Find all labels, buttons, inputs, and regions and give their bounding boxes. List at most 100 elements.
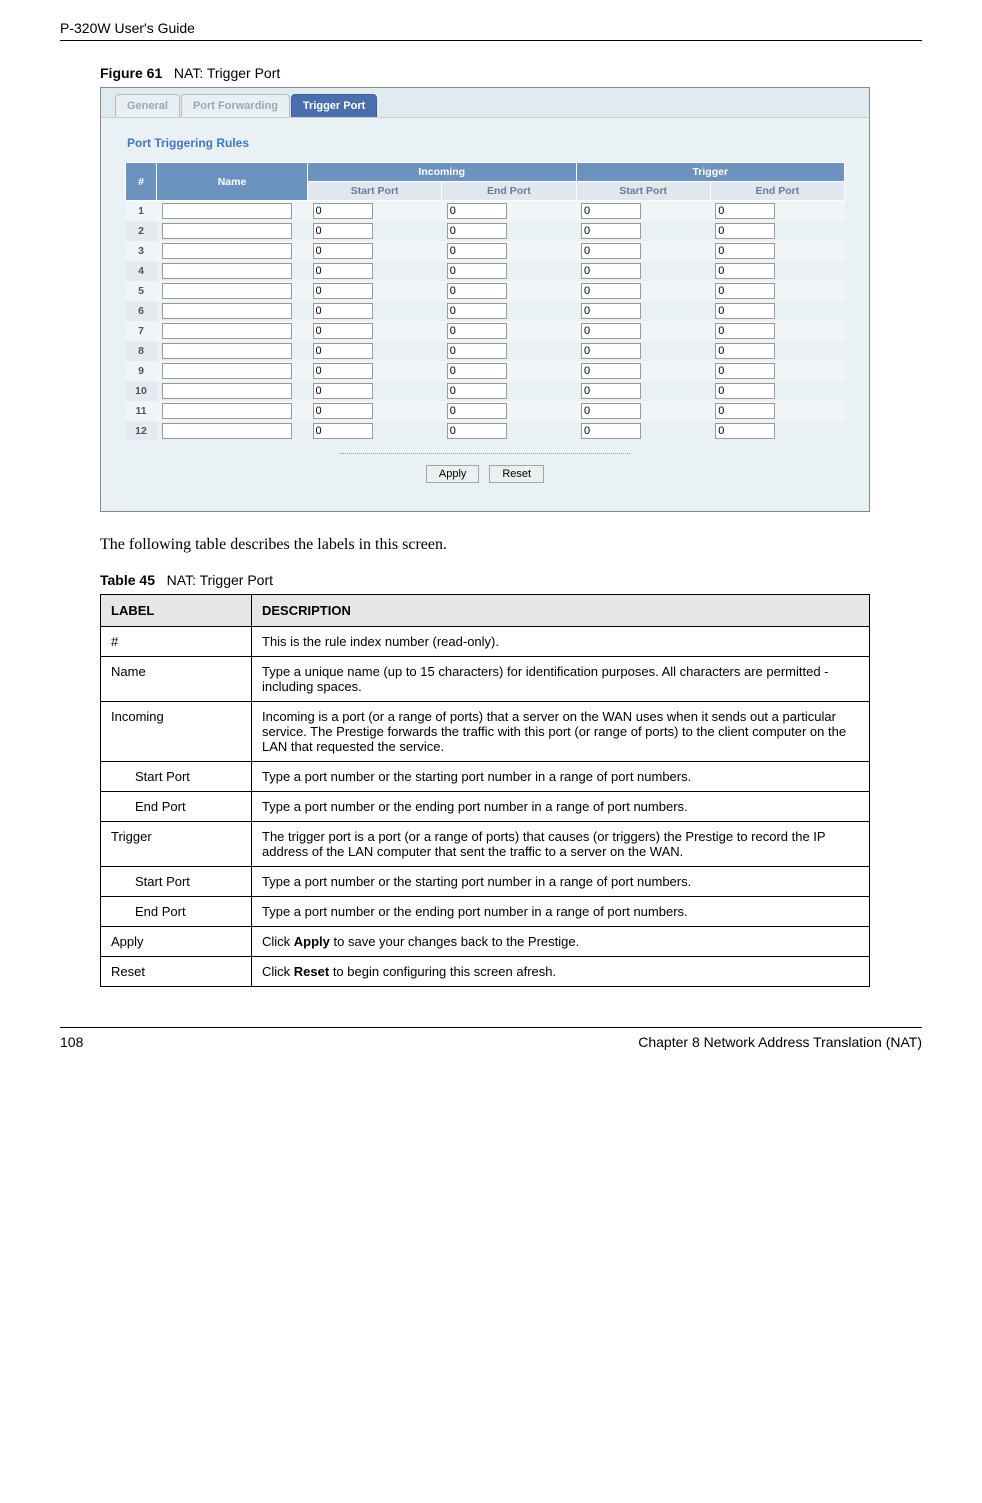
trigger-start-input[interactable]	[581, 303, 641, 319]
trigger-start-input[interactable]	[581, 203, 641, 219]
row-number: 5	[126, 281, 157, 301]
incoming-end-input[interactable]	[447, 363, 507, 379]
tab-trigger-port[interactable]: Trigger Port	[291, 94, 377, 117]
tab-port-forwarding[interactable]: Port Forwarding	[181, 94, 290, 117]
incoming-start-input[interactable]	[313, 203, 373, 219]
cell-label: Apply	[101, 927, 252, 957]
name-input[interactable]	[162, 263, 292, 279]
table-row: End PortType a port number or the ending…	[101, 897, 870, 927]
cell-description: Type a port number or the starting port …	[252, 762, 870, 792]
incoming-start-input[interactable]	[313, 323, 373, 339]
trigger-start-input[interactable]	[581, 243, 641, 259]
incoming-start-input[interactable]	[313, 263, 373, 279]
incoming-end-input[interactable]	[447, 383, 507, 399]
row-number: 3	[126, 241, 157, 261]
incoming-end-input[interactable]	[447, 283, 507, 299]
rules-table: # Name Incoming Trigger Start Port End P…	[125, 162, 845, 441]
table-row: TriggerThe trigger port is a port (or a …	[101, 822, 870, 867]
th-desc-description: DESCRIPTION	[252, 595, 870, 627]
cell-label: Reset	[101, 957, 252, 987]
trigger-end-input[interactable]	[715, 283, 775, 299]
th-incoming: Incoming	[308, 163, 577, 182]
table-title: NAT: Trigger Port	[167, 572, 273, 588]
cell-label: End Port	[101, 897, 252, 927]
trigger-start-input[interactable]	[581, 383, 641, 399]
incoming-end-input[interactable]	[447, 223, 507, 239]
name-input[interactable]	[162, 363, 292, 379]
trigger-end-input[interactable]	[715, 343, 775, 359]
nat-trigger-port-screenshot: General Port Forwarding Trigger Port Por…	[100, 87, 870, 512]
row-number: 10	[126, 381, 157, 401]
incoming-start-input[interactable]	[313, 423, 373, 439]
header-rule	[60, 40, 922, 41]
chapter-title: Chapter 8 Network Address Translation (N…	[638, 1034, 922, 1050]
incoming-end-input[interactable]	[447, 203, 507, 219]
incoming-end-input[interactable]	[447, 343, 507, 359]
name-input[interactable]	[162, 243, 292, 259]
th-trigger-start: Start Port	[576, 182, 710, 201]
th-trigger: Trigger	[576, 163, 845, 182]
row-number: 11	[126, 401, 157, 421]
reset-button[interactable]: Reset	[489, 465, 544, 483]
trigger-end-input[interactable]	[715, 203, 775, 219]
trigger-end-input[interactable]	[715, 363, 775, 379]
incoming-end-input[interactable]	[447, 263, 507, 279]
trigger-end-input[interactable]	[715, 323, 775, 339]
footer-rule	[60, 1027, 922, 1028]
table-row: 8	[126, 341, 845, 361]
incoming-start-input[interactable]	[313, 303, 373, 319]
tab-general[interactable]: General	[115, 94, 180, 117]
figure-caption: Figure 61 NAT: Trigger Port	[100, 65, 922, 81]
apply-button[interactable]: Apply	[426, 465, 480, 483]
table-row: 2	[126, 221, 845, 241]
table-row: 5	[126, 281, 845, 301]
name-input[interactable]	[162, 223, 292, 239]
incoming-start-input[interactable]	[313, 243, 373, 259]
th-incoming-start: Start Port	[308, 182, 442, 201]
incoming-start-input[interactable]	[313, 363, 373, 379]
cell-label: End Port	[101, 792, 252, 822]
incoming-start-input[interactable]	[313, 223, 373, 239]
trigger-start-input[interactable]	[581, 363, 641, 379]
tab-bar: General Port Forwarding Trigger Port	[101, 88, 869, 117]
incoming-end-input[interactable]	[447, 303, 507, 319]
table-row: ApplyClick Apply to save your changes ba…	[101, 927, 870, 957]
name-input[interactable]	[162, 423, 292, 439]
name-input[interactable]	[162, 383, 292, 399]
trigger-start-input[interactable]	[581, 263, 641, 279]
trigger-end-input[interactable]	[715, 263, 775, 279]
incoming-end-input[interactable]	[447, 323, 507, 339]
name-input[interactable]	[162, 343, 292, 359]
name-input[interactable]	[162, 323, 292, 339]
name-input[interactable]	[162, 283, 292, 299]
incoming-end-input[interactable]	[447, 403, 507, 419]
table-row: IncomingIncoming is a port (or a range o…	[101, 702, 870, 762]
cell-label: #	[101, 627, 252, 657]
trigger-end-input[interactable]	[715, 243, 775, 259]
trigger-start-input[interactable]	[581, 403, 641, 419]
name-input[interactable]	[162, 403, 292, 419]
cell-description: Type a port number or the ending port nu…	[252, 897, 870, 927]
name-input[interactable]	[162, 303, 292, 319]
trigger-start-input[interactable]	[581, 323, 641, 339]
trigger-end-input[interactable]	[715, 403, 775, 419]
button-row: Apply Reset	[101, 460, 869, 497]
trigger-end-input[interactable]	[715, 383, 775, 399]
trigger-start-input[interactable]	[581, 223, 641, 239]
trigger-end-input[interactable]	[715, 423, 775, 439]
trigger-start-input[interactable]	[581, 423, 641, 439]
incoming-start-input[interactable]	[313, 403, 373, 419]
incoming-end-input[interactable]	[447, 243, 507, 259]
incoming-end-input[interactable]	[447, 423, 507, 439]
trigger-end-input[interactable]	[715, 223, 775, 239]
incoming-start-input[interactable]	[313, 283, 373, 299]
trigger-start-input[interactable]	[581, 283, 641, 299]
name-input[interactable]	[162, 203, 292, 219]
row-number: 1	[126, 201, 157, 222]
incoming-start-input[interactable]	[313, 343, 373, 359]
cell-label: Start Port	[101, 762, 252, 792]
table-row: 6	[126, 301, 845, 321]
trigger-start-input[interactable]	[581, 343, 641, 359]
trigger-end-input[interactable]	[715, 303, 775, 319]
incoming-start-input[interactable]	[313, 383, 373, 399]
